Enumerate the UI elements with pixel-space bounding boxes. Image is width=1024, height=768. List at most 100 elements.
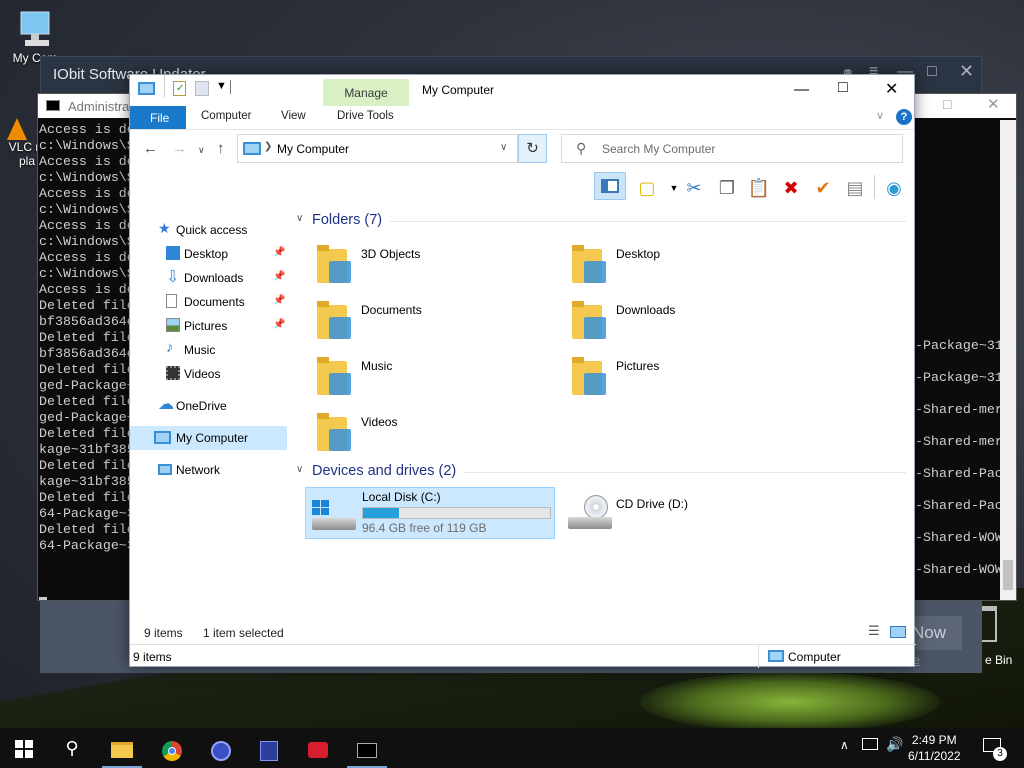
folder-videos[interactable]: Videos xyxy=(315,411,545,463)
drive-d[interactable]: CD Drive (D:) xyxy=(562,487,812,539)
nav-label: Desktop xyxy=(184,247,229,261)
preview-pane-button[interactable] xyxy=(594,172,626,200)
folder-desktop[interactable]: Desktop xyxy=(570,243,800,295)
new-folder-button[interactable]: ▢ xyxy=(633,175,661,201)
pin-icon[interactable]: 📌 xyxy=(273,295,285,306)
volume-icon[interactable]: 🔊 xyxy=(886,736,903,753)
pin-icon[interactable]: 📌 xyxy=(273,319,285,330)
cmd-cursor xyxy=(39,597,47,600)
folder-label: Desktop xyxy=(616,247,661,261)
remote-app-icon[interactable] xyxy=(249,734,289,768)
close-icon[interactable]: ✕ xyxy=(987,95,1000,113)
recorder-icon[interactable] xyxy=(298,734,338,768)
collapse-icon[interactable]: ∨ xyxy=(296,213,303,224)
delete-icon[interactable]: ✖ xyxy=(777,175,805,201)
ribbon-expand-icon[interactable]: ∨ xyxy=(876,109,884,122)
address-bar[interactable]: ❯ My Computer ∨ xyxy=(237,134,518,163)
collapse-icon[interactable]: ∨ xyxy=(296,464,303,475)
minimize-icon[interactable]: — xyxy=(794,81,809,98)
windows-logo-icon xyxy=(15,740,33,758)
taskbar: ⚲ ∧ 🔊 2:49 PM 6/11/2022 3 xyxy=(0,728,1024,768)
manage-context-tab[interactable]: Manage xyxy=(323,79,409,106)
search-input[interactable]: ⚲ Search My Computer xyxy=(561,134,903,163)
cloud-icon: ☁ xyxy=(158,396,174,413)
folders-header[interactable]: Folders (7) xyxy=(312,212,382,228)
tab-drive-tools[interactable]: Drive Tools xyxy=(337,110,394,122)
copy-icon[interactable]: ❐ xyxy=(713,175,741,201)
chrome-icon[interactable] xyxy=(152,734,192,768)
app-icon[interactable] xyxy=(201,734,241,768)
nav-label: My Computer xyxy=(176,431,249,445)
file-explorer-taskbar-icon[interactable] xyxy=(102,734,142,768)
maximize-icon[interactable]: □ xyxy=(927,63,937,81)
tab-computer[interactable]: Computer xyxy=(201,110,252,122)
close-icon[interactable]: ✕ xyxy=(959,61,974,82)
up-icon[interactable]: ↑ xyxy=(217,140,225,157)
cmd-taskbar-icon[interactable] xyxy=(347,734,387,768)
forward-icon[interactable]: → xyxy=(172,140,187,157)
folder-label: 3D Objects xyxy=(361,247,421,261)
pin-icon[interactable]: 📌 xyxy=(273,247,285,258)
nav-label: OneDrive xyxy=(176,399,227,413)
cut-icon[interactable]: ✂ xyxy=(680,175,708,201)
maximize-icon[interactable]: □ xyxy=(838,79,848,97)
chevron-up-icon[interactable]: ∧ xyxy=(840,738,849,752)
nav-label: Downloads xyxy=(184,271,244,285)
status-item-count: 9 items xyxy=(144,626,183,640)
refresh-button[interactable]: ↻ xyxy=(518,134,547,163)
start-button[interactable] xyxy=(4,734,44,768)
large-icons-view-icon[interactable] xyxy=(890,626,906,638)
folder-3d-objects[interactable]: 3D Objects xyxy=(315,243,545,295)
clock[interactable]: 2:49 PM 6/11/2022 xyxy=(908,732,961,764)
nav-music[interactable]: ♪ Music xyxy=(160,338,294,362)
clock-date: 6/11/2022 xyxy=(908,749,961,763)
maximize-icon[interactable]: □ xyxy=(943,96,951,112)
network-globe-icon[interactable]: ◉ xyxy=(880,175,908,201)
properties-icon[interactable]: ✓ xyxy=(173,81,186,96)
downloads-folder-icon xyxy=(570,299,610,343)
pin-icon[interactable]: 📌 xyxy=(273,271,285,282)
clock-time: 2:49 PM xyxy=(911,733,957,747)
status-bar-items: 9 items xyxy=(133,650,172,664)
windows-drive-icon xyxy=(312,500,356,530)
nav-videos[interactable]: Videos xyxy=(160,362,294,386)
nav-quick-access[interactable]: ★ Quick access xyxy=(152,218,286,242)
folder-label: Documents xyxy=(361,303,422,317)
folder-documents[interactable]: Documents xyxy=(315,299,545,351)
chevron-down-icon[interactable]: ∨ xyxy=(500,142,507,153)
drive-c[interactable]: Local Disk (C:) 96.4 GB free of 119 GB xyxy=(305,487,555,539)
desktop-icon-vlc[interactable]: VLC m pla xyxy=(0,118,45,168)
rename-icon[interactable]: ✔ xyxy=(809,175,837,201)
properties-icon[interactable]: ▤ xyxy=(841,175,869,201)
recent-locations-icon[interactable]: ∨ xyxy=(198,145,205,156)
network-icon[interactable] xyxy=(862,738,878,750)
documents-folder-icon xyxy=(315,299,355,343)
window-title: My Computer xyxy=(422,83,495,97)
search-icon[interactable]: ⚲ xyxy=(52,734,92,768)
tab-view[interactable]: View xyxy=(281,110,306,122)
computer-icon xyxy=(243,142,261,155)
videos-folder-icon xyxy=(315,411,355,455)
folder-pictures[interactable]: Pictures xyxy=(570,355,800,407)
customize-toolbar-icon[interactable]: ▼ xyxy=(216,80,227,92)
details-view-icon[interactable]: ☰ xyxy=(868,623,880,639)
3d-objects-folder-icon xyxy=(315,243,355,287)
close-icon[interactable]: ✕ xyxy=(885,79,898,99)
help-icon[interactable]: ? xyxy=(896,109,912,125)
computer-icon xyxy=(768,650,784,662)
nav-label: Network xyxy=(176,463,221,477)
computer-icon xyxy=(138,82,155,95)
nav-network[interactable]: Network xyxy=(152,458,286,482)
new-folder-icon[interactable] xyxy=(195,81,209,96)
cmd-scrollbar[interactable] xyxy=(1000,120,1016,600)
folder-downloads[interactable]: Downloads xyxy=(570,299,800,351)
nav-my-computer[interactable]: My Computer xyxy=(130,426,287,450)
nav-onedrive[interactable]: ☁ OneDrive xyxy=(152,394,286,418)
chevron-right-icon: ❯ xyxy=(264,141,273,152)
back-icon[interactable]: ← xyxy=(143,140,158,157)
folder-label: Pictures xyxy=(616,359,660,373)
tab-file[interactable]: File xyxy=(130,106,186,129)
folder-music[interactable]: Music xyxy=(315,355,545,407)
devices-header[interactable]: Devices and drives (2) xyxy=(312,463,456,479)
paste-icon[interactable]: 📋 xyxy=(745,175,773,201)
